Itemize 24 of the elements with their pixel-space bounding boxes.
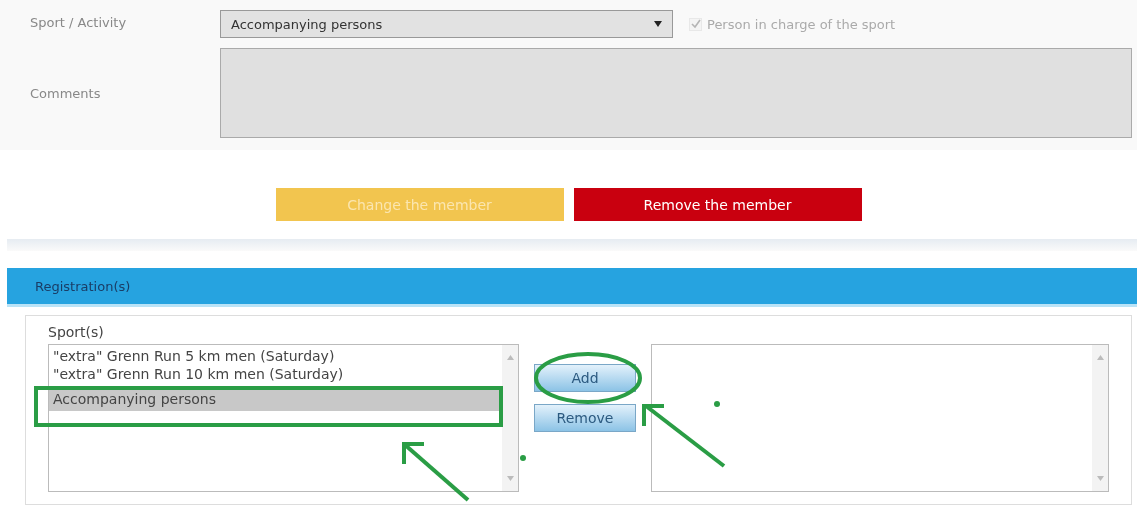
action-button[interactable]: Remove the member bbox=[573, 188, 862, 221]
scrollbar[interactable] bbox=[502, 345, 518, 491]
list-item[interactable]: "extra" Grenn Run 5 km men (Saturday) bbox=[49, 347, 502, 365]
scroll-up-icon[interactable] bbox=[506, 355, 514, 360]
comments-field[interactable] bbox=[220, 48, 1132, 138]
checkbox-label: Person in charge of the sport bbox=[707, 16, 896, 32]
list-item[interactable]: "extra" Grenn Run 10 km men (Saturday) bbox=[49, 365, 502, 383]
dot-mark bbox=[520, 455, 526, 461]
scrollbar[interactable] bbox=[1092, 345, 1108, 491]
caret-icon bbox=[654, 21, 662, 27]
dot-mark bbox=[714, 401, 720, 407]
selected-list[interactable] bbox=[651, 344, 1109, 492]
list-button[interactable]: Add bbox=[534, 364, 636, 392]
arrow bbox=[402, 442, 470, 502]
scroll-down-icon[interactable] bbox=[1096, 476, 1104, 481]
scroll-up-icon[interactable] bbox=[1096, 355, 1104, 360]
list-button[interactable]: Remove bbox=[534, 404, 636, 432]
list-label: Sport(s) bbox=[48, 324, 105, 340]
sports-list[interactable]: "extra" Grenn Run 5 km men (Saturday) "extra" Grenn Run 10 km men (Saturday) Accompanying persons bbox=[48, 344, 519, 492]
scroll-down-icon[interactable] bbox=[506, 476, 514, 481]
field-label: Sport / Activity bbox=[29, 14, 128, 32]
sport-select[interactable]: Accompanying persons bbox=[220, 10, 673, 38]
section-title: Registration(s) bbox=[35, 278, 131, 294]
field-label: Comments bbox=[29, 85, 102, 101]
